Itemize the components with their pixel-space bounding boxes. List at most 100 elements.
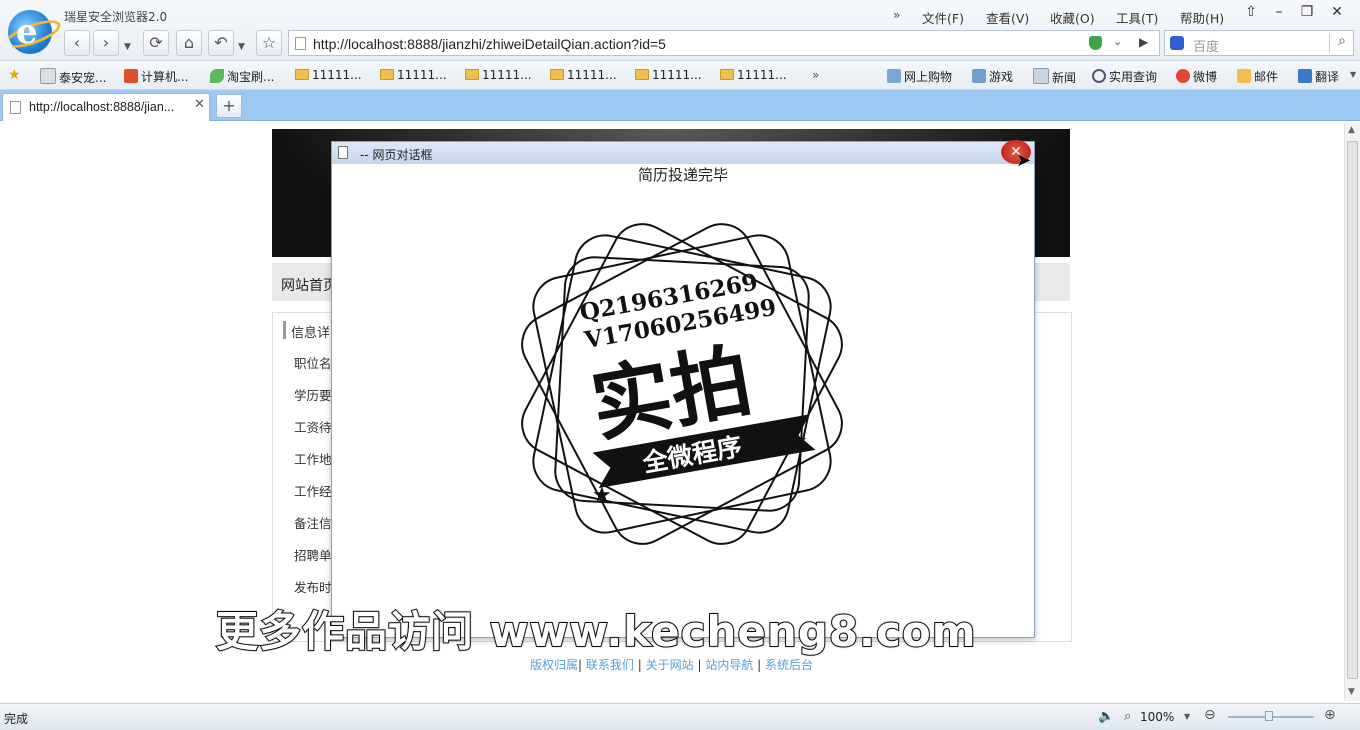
window-title: 瑞星安全浏览器2.0 xyxy=(64,10,168,24)
bookmark-folder[interactable]: 11111... xyxy=(465,68,532,82)
envelope-icon xyxy=(1237,69,1251,83)
folder-icon xyxy=(380,69,394,80)
quick-link-translate[interactable]: 翻译 xyxy=(1298,68,1339,85)
menu-favorites[interactable]: 收藏(O) xyxy=(1050,8,1095,27)
footer-link[interactable]: 联系我们 xyxy=(586,658,634,672)
menu-overflow-icon[interactable]: » xyxy=(893,8,900,22)
star-icon: ★ xyxy=(788,429,808,454)
translate-icon xyxy=(1298,69,1312,83)
quick-link-mail[interactable]: 邮件 xyxy=(1237,68,1278,85)
speaker-icon[interactable]: 🔈 xyxy=(1098,709,1114,724)
history-dropdown-icon[interactable]: ▼ xyxy=(124,42,131,52)
window-close-button[interactable]: ✕ xyxy=(1326,2,1348,22)
security-shield-icon[interactable] xyxy=(1089,36,1102,50)
browser-toolbar: e 瑞星安全浏览器2.0 » 文件(F) 查看(V) 收藏(O) 工具(T) 帮… xyxy=(0,0,1360,61)
pin-icon[interactable]: ⇧ xyxy=(1240,2,1262,22)
favorites-star-icon[interactable]: ★ xyxy=(8,67,21,83)
baidu-icon xyxy=(1170,36,1184,50)
favorite-star-button[interactable]: ☆ xyxy=(256,30,282,56)
weibo-icon xyxy=(1176,69,1190,83)
footer-link[interactable]: 版权归属 xyxy=(530,658,578,672)
zoom-in-button[interactable]: ⊕ xyxy=(1324,707,1336,723)
back-button[interactable]: ‹ xyxy=(64,30,90,56)
zoom-out-button[interactable]: ⊖ xyxy=(1204,707,1216,723)
row-label: 工资待 xyxy=(294,420,332,435)
browser-logo-icon: e xyxy=(2,10,64,54)
status-text: 完成 xyxy=(4,712,29,726)
footer-link[interactable]: 系统后台 xyxy=(765,658,813,672)
heading-marker xyxy=(283,321,286,339)
search-box[interactable]: 百度 ⌕ xyxy=(1164,30,1354,56)
nav-home-link[interactable]: 网站首页 xyxy=(281,275,337,295)
address-url[interactable]: http://localhost:8888/jianzhi/zhiweiDeta… xyxy=(313,36,666,52)
address-bar[interactable]: http://localhost:8888/jianzhi/zhiweiDeta… xyxy=(288,30,1160,56)
quick-link-news[interactable]: 新闻 xyxy=(1033,68,1076,86)
restore-button[interactable]: ❐ xyxy=(1296,2,1318,22)
folder-icon xyxy=(550,69,564,80)
bookmarks-more-icon[interactable]: » xyxy=(812,68,819,82)
zoom-dropdown-icon[interactable]: ▼ xyxy=(1184,712,1190,721)
menu-tools[interactable]: 工具(T) xyxy=(1116,8,1158,27)
footer-link[interactable]: 站内导航 xyxy=(705,658,753,672)
search-placeholder[interactable]: 百度 xyxy=(1193,36,1219,55)
scroll-up-icon[interactable]: ▲ xyxy=(1348,125,1355,135)
new-tab-button[interactable]: + xyxy=(216,94,242,118)
tab-label[interactable]: http://localhost:8888/jian... xyxy=(29,100,174,114)
row-label: 学历要 xyxy=(294,388,332,403)
scroll-thumb[interactable] xyxy=(1347,141,1358,679)
forward-button[interactable]: › xyxy=(93,30,119,56)
tab-close-icon[interactable]: ✕ xyxy=(194,97,205,112)
translate-dropdown-icon[interactable]: ▼ xyxy=(1350,70,1356,79)
folder-icon xyxy=(295,69,309,80)
folder-icon xyxy=(465,69,479,80)
undo-dropdown-icon[interactable]: ▼ xyxy=(238,42,245,52)
bookmark-folder[interactable]: 11111... xyxy=(550,68,617,82)
bookmark-item[interactable]: 泰安宠... xyxy=(40,68,106,86)
page-icon xyxy=(295,37,306,50)
dialog-message: 简历投递完毕 xyxy=(637,166,728,184)
scroll-down-icon[interactable]: ▼ xyxy=(1348,687,1355,697)
row-label: 备注信 xyxy=(294,516,332,531)
tab-active[interactable]: http://localhost:8888/jian... ✕ xyxy=(2,93,210,121)
leaf-icon xyxy=(210,69,224,83)
footer-link[interactable]: 关于网站 xyxy=(646,658,694,672)
search-icon[interactable]: ⌕ xyxy=(1329,33,1354,53)
zoom-icon[interactable]: ⌕ xyxy=(1124,709,1131,724)
go-button[interactable]: ▶ xyxy=(1139,35,1148,49)
page-scrollbar[interactable]: ▲ ▼ xyxy=(1344,123,1360,701)
taobao-icon xyxy=(124,69,138,83)
quick-link-games[interactable]: 游戏 xyxy=(972,68,1013,85)
quick-link-shopping[interactable]: 网上购物 xyxy=(887,68,952,85)
row-label: 工作经 xyxy=(294,484,332,499)
gamepad-icon xyxy=(972,69,986,83)
row-label: 招聘单 xyxy=(294,548,332,563)
zoom-slider-knob[interactable] xyxy=(1265,711,1273,721)
home-button[interactable]: ⌂ xyxy=(176,30,202,56)
bookmark-folder[interactable]: 11111... xyxy=(720,68,787,82)
menu-view[interactable]: 查看(V) xyxy=(986,8,1029,27)
folder-icon xyxy=(720,69,734,80)
refresh-button[interactable]: ⟳ xyxy=(143,30,169,56)
bookmarks-bar: ★ 泰安宠... 计算机... 淘宝刷... 11111... 11111...… xyxy=(0,61,1360,90)
info-heading: 信息详 xyxy=(291,326,331,341)
bookmark-folder[interactable]: 11111... xyxy=(295,68,362,82)
quick-link-weibo[interactable]: 微博 xyxy=(1176,68,1217,85)
bookmark-folder[interactable]: 11111... xyxy=(635,68,702,82)
document-icon xyxy=(338,146,348,159)
menu-file[interactable]: 文件(F) xyxy=(922,8,964,27)
menu-help[interactable]: 帮助(H) xyxy=(1180,8,1224,27)
minimize-button[interactable]: – xyxy=(1268,2,1290,22)
row-label: 发布时 xyxy=(294,580,332,595)
quick-link-query[interactable]: 实用查询 xyxy=(1092,68,1157,85)
zoom-level[interactable]: 100% xyxy=(1140,710,1174,724)
undo-close-button[interactable]: ↶ xyxy=(208,30,234,56)
page-icon xyxy=(40,68,56,84)
bookmark-item[interactable]: 淘宝刷... xyxy=(210,68,274,85)
star-icon: ★ xyxy=(592,483,612,508)
newspaper-icon xyxy=(1033,68,1049,84)
web-dialog: -- 网页对话框 ✕ 简历投递完毕 Q2196316269 V170602564… xyxy=(331,140,1035,638)
address-dropdown-icon[interactable]: ⌄ xyxy=(1113,35,1122,48)
dialog-titlebar[interactable]: -- 网页对话框 ✕ xyxy=(332,140,1034,164)
bookmark-item[interactable]: 计算机... xyxy=(124,68,188,85)
bookmark-folder[interactable]: 11111... xyxy=(380,68,447,82)
